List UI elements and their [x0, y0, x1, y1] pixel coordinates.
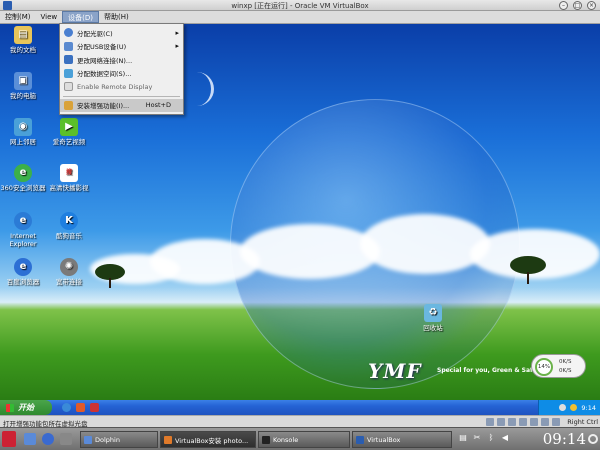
optical-drive-icon: [64, 28, 73, 38]
taskbar-item-konsole[interactable]: Konsole: [258, 431, 350, 448]
vbox-statusbar: 打开增强功能包所在虚拟光盘 Right Ctrl: [0, 415, 600, 428]
submenu-arrow-icon: ▸: [175, 42, 179, 51]
capture-status-icon[interactable]: [541, 418, 549, 426]
dolphin-icon: [84, 436, 92, 444]
start-button[interactable]: 开始: [0, 400, 52, 415]
shortcut-label: Host+D: [145, 101, 171, 110]
host-launcher-icon[interactable]: [2, 431, 16, 447]
menu-item-install-guest-additions[interactable]: 安装增强功能(I)... Host+D: [60, 98, 183, 112]
network-status-icon[interactable]: [508, 418, 516, 426]
ie-icon: e: [14, 212, 32, 230]
menu-item-remote-display[interactable]: Enable Remote Display: [60, 80, 183, 94]
kugou-icon: K: [60, 212, 78, 230]
maximize-button[interactable]: □: [573, 1, 582, 10]
usb-icon: [64, 41, 73, 51]
optical-status-icon[interactable]: [497, 418, 505, 426]
tray-volume-icon[interactable]: ◀: [500, 433, 510, 443]
desktop-icon-kuaibo[interactable]: 搜 高清快播影视: [44, 164, 94, 192]
ymf-tagline: Special for you, Green & Safe: [437, 367, 537, 374]
mouse-integration-icon[interactable]: [552, 418, 560, 426]
baidu-browser-icon: e: [14, 258, 32, 276]
submenu-arrow-icon: ▸: [175, 28, 179, 37]
netmon-percent: 14%: [535, 358, 553, 376]
vbox-titlebar: winxp [正在运行] - Oracle VM VirtualBox – □ …: [0, 0, 600, 11]
xp-taskbar: 开始 9:14: [0, 400, 600, 415]
folder-icon: ▤: [14, 26, 32, 44]
menu-separator: [63, 95, 180, 97]
tray-security-icon[interactable]: [570, 404, 578, 411]
window-title: winxp [正在运行] - Oracle VM VirtualBox: [231, 2, 369, 10]
konsole-icon: [262, 436, 270, 444]
network-places-icon: ◉: [14, 118, 32, 136]
windows-flag-icon: [6, 403, 14, 412]
install-additions-icon: [64, 100, 73, 110]
wallpaper-cloud: [240, 224, 380, 279]
menu-machine[interactable]: 控制(M): [0, 11, 36, 23]
host-key-label: Right Ctrl: [567, 418, 598, 426]
netmon-download-rate: 0K/S: [559, 368, 572, 374]
xp-clock: 9:14: [581, 403, 596, 412]
shared-folder-status-icon[interactable]: [530, 418, 538, 426]
xp-system-tray: 9:14: [538, 400, 600, 415]
minimize-button[interactable]: –: [559, 1, 568, 10]
menu-item-usb[interactable]: 分配USB设备(U) ▸: [60, 40, 183, 54]
wallpaper-cloud: [360, 214, 490, 274]
menu-devices[interactable]: 设备(D): [62, 11, 99, 23]
recycle-bin-icon: ♻: [424, 304, 442, 322]
menu-item-network[interactable]: 更改网络连接(N)...: [60, 53, 183, 67]
checkbox-icon: [64, 82, 73, 92]
taskbar-item-dolphin[interactable]: Dolphin: [80, 431, 158, 448]
desktop-icon-my-documents[interactable]: ▤ 我的文档: [0, 26, 48, 54]
window-controls: – □ ×: [559, 1, 596, 10]
desktop-icon-broadband[interactable]: ✺ 宽带连接: [44, 258, 94, 286]
desktop-icon-network[interactable]: ◉ 网上邻居: [0, 118, 48, 146]
host-desktop-icon[interactable]: [24, 433, 36, 445]
host-browser-icon[interactable]: [42, 433, 54, 445]
shared-folder-icon: [64, 68, 73, 78]
computer-icon: ▣: [14, 72, 32, 90]
hdd-status-icon[interactable]: [486, 418, 494, 426]
ymf-logo: YMF: [368, 359, 422, 383]
kuaibo-icon: 搜: [60, 164, 78, 182]
tray-clipboard-icon[interactable]: ▤: [458, 433, 468, 443]
quicklaunch-media-icon[interactable]: [90, 403, 99, 412]
iqiyi-icon: ▶: [60, 118, 78, 136]
tray-scissors-icon[interactable]: ✂: [472, 433, 482, 443]
quicklaunch-ie-icon[interactable]: [62, 403, 71, 412]
host-panel: Dolphin VirtualBox安装 photo... Konsole Vi…: [0, 427, 600, 450]
desktop-icon-my-computer[interactable]: ▣ 我的电脑: [0, 72, 48, 100]
taskbar-item-photo[interactable]: VirtualBox安装 photo...: [160, 431, 256, 448]
360-browser-icon: e: [14, 164, 32, 182]
taskbar-item-virtualbox[interactable]: VirtualBox: [352, 431, 452, 448]
desktop-icon-iqiyi[interactable]: ▶ 爱奇艺视频: [44, 118, 94, 146]
image-viewer-icon: [164, 436, 172, 444]
netmon-upload-rate: 0K/S: [559, 359, 572, 365]
usb-status-icon[interactable]: [519, 418, 527, 426]
quicklaunch-app-icon[interactable]: [76, 403, 85, 412]
virtualbox-icon: [356, 436, 364, 444]
network-monitor-widget[interactable]: 14% 0K/S 0K/S: [531, 354, 586, 378]
wallpaper-moon: [180, 72, 214, 106]
device-status-icons: [486, 418, 560, 426]
tray-network-icon[interactable]: [559, 404, 567, 411]
network-icon: [64, 55, 73, 65]
host-clock: 09:14: [542, 430, 586, 448]
close-button[interactable]: ×: [587, 1, 596, 10]
tray-bluetooth-icon[interactable]: ᛒ: [486, 433, 496, 443]
broadband-icon: ✺: [60, 258, 78, 276]
power-icon[interactable]: [588, 434, 598, 444]
desktop-icon-internet-explorer[interactable]: e Internet Explorer: [0, 212, 48, 248]
host-pager-icon[interactable]: [60, 433, 72, 445]
menu-item-shared-folders[interactable]: 分配数据空间(S)...: [60, 67, 183, 81]
devices-dropdown-menu: 分配光驱(C) ▸ 分配USB设备(U) ▸ 更改网络连接(N)... 分配数据…: [59, 23, 184, 115]
desktop-icon-recycle-bin[interactable]: ♻ 回收站: [408, 304, 458, 332]
desktop-icon-360-browser[interactable]: e 360安全浏览器: [0, 164, 48, 192]
menu-help[interactable]: 帮助(H): [99, 11, 134, 23]
desktop-icon-kugou[interactable]: K 酷狗音乐: [44, 212, 94, 240]
menu-view[interactable]: View: [36, 11, 63, 23]
menu-item-optical-drive[interactable]: 分配光驱(C) ▸: [60, 26, 183, 40]
desktop-icon-baidu-browser[interactable]: e 百度浏览器: [0, 258, 48, 286]
host-system-tray: ▤ ✂ ᛒ ◀: [458, 433, 510, 443]
